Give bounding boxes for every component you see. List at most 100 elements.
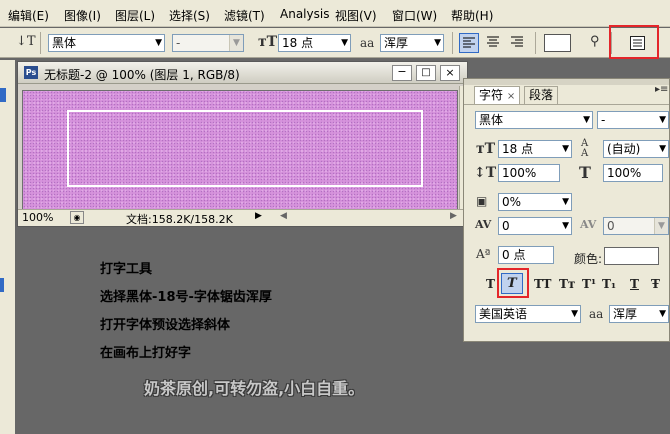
baseline-shift-value: 0 点	[502, 248, 526, 262]
align-right-button[interactable]	[508, 33, 528, 53]
vertical-scale-icon: ↕T	[474, 165, 497, 181]
align-center-icon	[487, 36, 499, 47]
status-menu-icon[interactable]: ◉	[70, 211, 84, 224]
close-icon: ×	[445, 66, 455, 79]
antialias-select[interactable]: 浑厚 ▼	[380, 34, 444, 52]
leading-value: (自动)	[607, 142, 641, 156]
horizontal-scale-input[interactable]: 100%	[603, 164, 663, 182]
vertical-scale-value: 100%	[502, 166, 537, 180]
tsume-value: 0%	[502, 195, 522, 209]
highlight-box	[497, 268, 529, 298]
vertical-scale-input[interactable]: 100%	[498, 164, 560, 182]
align-left-button[interactable]	[459, 33, 479, 53]
document-title: 无标题-2 @ 100% (图层 1, RGB/8)	[44, 68, 240, 82]
language-value: 美国英语	[479, 307, 528, 321]
menu-edit[interactable]: 编辑(E)	[8, 7, 49, 24]
panel-font-family-select[interactable]: 黑体 ▼	[475, 111, 593, 129]
tab-character[interactable]: 字符 ×	[474, 86, 521, 104]
subscript-button[interactable]: T₁	[602, 277, 616, 291]
font-family-select[interactable]: 黑体 ▼	[48, 34, 165, 52]
tool-marker	[0, 278, 4, 292]
warp-text-icon[interactable]: ⚲	[590, 34, 600, 49]
panel-grip[interactable]	[464, 79, 669, 85]
antialias-icon: aa	[589, 307, 604, 321]
menu-select[interactable]: 选择(S)	[169, 7, 210, 24]
ps-document-icon: Ps	[24, 66, 38, 79]
tab-paragraph-label: 段落	[529, 88, 554, 102]
tracking-select[interactable]: 0 ▼	[603, 217, 669, 235]
kerning-select[interactable]: 0 ▼	[498, 217, 572, 235]
menu-view[interactable]: 视图(V)	[335, 7, 377, 24]
instruction-line: 打字工具	[100, 262, 153, 277]
menu-help[interactable]: 帮助(H)	[451, 7, 493, 24]
maximize-button[interactable]: □	[416, 65, 436, 81]
menu-analysis[interactable]: Analysis	[280, 7, 329, 21]
text-orientation-icon[interactable]: ↓T	[16, 34, 36, 49]
menu-image[interactable]: 图像(I)	[64, 7, 101, 24]
align-center-button[interactable]	[484, 33, 504, 53]
kerning-value: 0	[502, 219, 510, 233]
scroll-left-icon[interactable]: ◀	[280, 211, 287, 221]
zoom-level[interactable]: 100%	[22, 211, 53, 224]
status-arrow-icon[interactable]: ▶	[255, 211, 262, 221]
chevron-down-icon: ▼	[562, 144, 569, 154]
scroll-right-icon[interactable]: ▶	[450, 211, 457, 221]
baseline-shift-icon: Aª	[476, 247, 491, 261]
panel-font-family-value: 黑体	[479, 113, 504, 127]
chevron-down-icon: ▼	[341, 38, 348, 48]
strikethrough-button[interactable]: Ŧ	[651, 277, 660, 291]
document-window: Ps 无标题-2 @ 100% (图层 1, RGB/8) − □ × 100%…	[17, 61, 468, 227]
font-style-select[interactable]: - ▼	[172, 34, 244, 52]
tab-close-icon[interactable]: ×	[507, 91, 515, 102]
document-title-bar[interactable]: Ps 无标题-2 @ 100% (图层 1, RGB/8) − □ ×	[18, 62, 467, 84]
document-canvas[interactable]	[22, 90, 458, 210]
baseline-shift-input[interactable]: 0 点	[498, 246, 554, 264]
chevron-down-icon: ▼	[571, 309, 578, 319]
superscript-button[interactable]: T¹	[582, 277, 596, 291]
chevron-down-icon: ▼	[659, 115, 666, 125]
tools-panel-edge	[0, 60, 15, 434]
font-style-value: -	[176, 36, 181, 50]
panel-font-size-select[interactable]: 18 点 ▼	[498, 140, 572, 158]
chevron-down-icon: ▼	[229, 35, 243, 51]
menu-window[interactable]: 窗口(W)	[392, 7, 437, 24]
font-size-icon: ᴛT	[476, 141, 496, 157]
menu-layer[interactable]: 图层(L)	[115, 7, 155, 24]
tab-paragraph[interactable]: 段落	[524, 86, 559, 104]
minimize-button[interactable]: −	[392, 65, 412, 81]
panel-menu-icon[interactable]: ▸≡	[655, 84, 668, 95]
language-select[interactable]: 美国英语 ▼	[475, 305, 581, 323]
underline-button[interactable]: T	[630, 277, 639, 291]
selection-rectangle	[67, 110, 423, 187]
all-caps-button[interactable]: TT	[534, 277, 551, 291]
text-color-swatch[interactable]	[544, 34, 571, 52]
antialias-icon: aa	[360, 36, 375, 50]
panel-font-size-value: 18 点	[502, 142, 534, 156]
panel-font-style-select[interactable]: - ▼	[597, 111, 669, 129]
tracking-icon: AV	[580, 218, 597, 231]
watermark-text: 奶茶原创,可转勿盗,小白自重。	[144, 379, 365, 398]
chevron-down-icon: ▼	[155, 38, 162, 48]
tab-character-label: 字符	[479, 88, 504, 102]
font-family-value: 黑体	[52, 36, 77, 50]
font-size-select[interactable]: 18 点 ▼	[278, 34, 351, 52]
align-right-icon	[511, 36, 523, 47]
chevron-down-icon: ▼	[562, 197, 569, 207]
menu-bar: 编辑(E) 图像(I) 图层(L) 选择(S) 滤镜(T) Analysis 视…	[0, 0, 670, 27]
horizontal-scale-icon: T	[579, 163, 591, 182]
options-bar: ↓T 黑体 ▼ - ▼ ᴛT 18 点 ▼ aa 浑厚 ▼ ⚲	[0, 25, 670, 59]
faux-bold-button[interactable]: T	[486, 277, 495, 291]
text-color-swatch[interactable]	[604, 247, 659, 265]
chevron-down-icon: ▼	[654, 218, 668, 234]
leading-select[interactable]: (自动) ▼	[603, 140, 669, 158]
antialias-value: 浑厚	[384, 36, 409, 50]
panel-antialias-select[interactable]: 浑厚 ▼	[609, 305, 669, 323]
chevron-down-icon: ▼	[659, 144, 666, 154]
maximize-icon: □	[421, 67, 431, 78]
tsume-select[interactable]: 0% ▼	[498, 193, 572, 211]
tsume-icon: ▣	[476, 194, 488, 208]
small-caps-button[interactable]: Tт	[559, 277, 575, 291]
color-label: 颜色:	[574, 252, 603, 266]
menu-filter[interactable]: 滤镜(T)	[224, 7, 265, 24]
close-button[interactable]: ×	[440, 65, 460, 81]
